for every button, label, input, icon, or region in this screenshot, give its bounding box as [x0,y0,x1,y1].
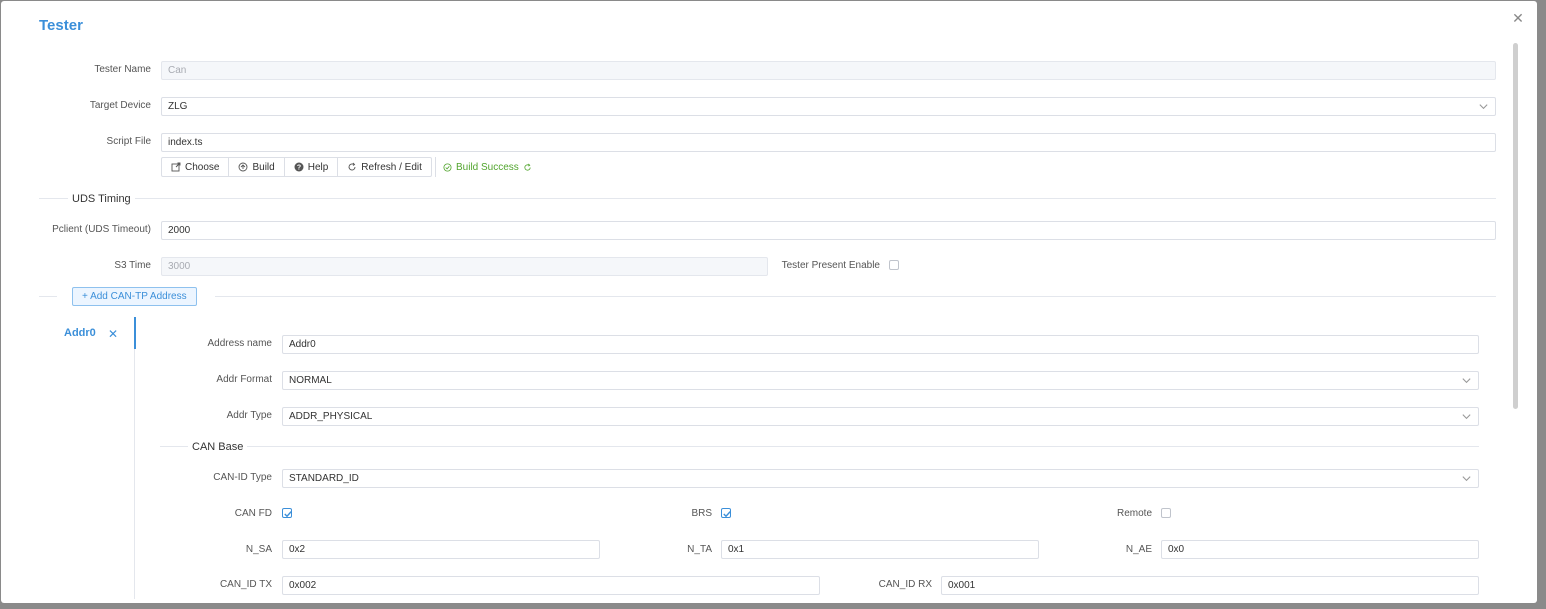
add-address-label: Add CAN-TP Address [90,291,187,302]
address-divider-right [215,296,1496,297]
script-actions: Choose Build ? Help Refresh / Edit [161,157,432,177]
build-icon [239,162,248,172]
address-divider-left [39,296,57,297]
brs-checkbox[interactable] [721,508,731,518]
actions-separator [435,157,436,177]
check-circle-icon [443,163,452,172]
chevron-down-icon [1462,414,1471,420]
addr-type-value: ADDR_PHYSICAL [289,411,373,422]
can-fd-label: CAN FD [234,508,272,519]
script-file-label: Script File [106,136,151,147]
choose-label: Choose [185,161,220,173]
svg-text:?: ? [297,165,301,172]
close-icon[interactable]: ✕ [1511,11,1525,25]
n-ae-input[interactable]: 0x0 [1161,540,1479,559]
active-tab-indicator [134,317,136,349]
n-sa-label: N_SA [245,544,272,555]
tester-present-checkbox[interactable] [889,260,899,270]
tab-rail [134,349,135,599]
can-id-type-value: STANDARD_ID [289,473,359,484]
can-id-rx-label: CAN_ID RX [878,579,932,590]
help-icon: ? [294,162,304,172]
s3-time-label: S3 Time [114,260,151,271]
choose-button[interactable]: Choose [162,158,230,176]
refresh-status-icon[interactable] [523,163,532,172]
tester-dialog: Tester ✕ Tester Name Can Target Device Z… [1,1,1537,603]
can-fd-checkbox[interactable] [282,508,292,518]
chevron-down-icon [1462,378,1471,384]
can-id-type-select[interactable]: STANDARD_ID [282,469,1479,488]
help-button[interactable]: ? Help [285,158,339,176]
build-label: Build [252,161,275,173]
n-ta-label: N_TA [687,544,712,555]
refresh-icon [348,162,356,171]
brs-label: BRS [691,508,712,519]
script-file-input[interactable]: index.ts [161,133,1496,152]
can-id-tx-label: CAN_ID TX [219,579,272,590]
build-button[interactable]: Build [229,158,285,176]
addr-type-select[interactable]: ADDR_PHYSICAL [282,407,1479,426]
remote-checkbox[interactable] [1161,508,1171,518]
can-id-tx-input[interactable]: 0x002 [282,576,820,595]
dialog-title: Tester [39,17,83,34]
target-device-value: ZLG [168,101,188,112]
tester-present-label: Tester Present Enable [781,260,880,271]
can-id-rx-input[interactable]: 0x001 [941,576,1479,595]
chevron-down-icon [1462,476,1471,482]
build-status-text: Build Success [456,162,519,173]
addr-format-select[interactable]: NORMAL [282,371,1479,390]
check-icon [723,511,731,518]
address-name-label: Address name [207,338,272,349]
can-id-type-label: CAN-ID Type [213,472,272,483]
scrollbar-thumb[interactable] [1513,43,1518,409]
uds-timing-divider [39,198,1496,199]
refresh-edit-button[interactable]: Refresh / Edit [338,158,431,176]
addr-format-value: NORMAL [289,375,332,386]
tab-addr0[interactable]: Addr0 [64,327,96,339]
help-label: Help [307,161,329,173]
build-status: Build Success [443,162,532,173]
pclient-input[interactable]: 2000 [161,221,1496,240]
tester-name-input[interactable]: Can [161,61,1496,80]
tester-name-label: Tester Name [94,64,151,75]
refresh-label: Refresh / Edit [361,161,422,173]
chevron-down-icon [1479,104,1488,110]
close-tab-icon[interactable]: ✕ [108,327,118,341]
address-name-input[interactable]: Addr0 [282,335,1479,354]
addr-type-label: Addr Type [226,410,272,421]
n-sa-input[interactable]: 0x2 [282,540,600,559]
uds-timing-title: UDS Timing [68,193,135,205]
pclient-label: Pclient (UDS Timeout) [52,224,151,235]
n-ae-label: N_AE [1125,544,1152,555]
addr-format-label: Addr Format [216,374,272,385]
target-device-select[interactable]: ZLG [161,97,1496,116]
n-ta-input[interactable]: 0x1 [721,540,1039,559]
remote-label: Remote [1116,508,1152,519]
can-base-divider [160,446,1479,447]
can-base-title: CAN Base [188,441,248,453]
check-icon [284,511,292,518]
add-can-tp-address-button[interactable]: + Add CAN-TP Address [72,287,197,306]
open-file-icon [171,162,181,172]
target-device-label: Target Device [89,100,151,111]
s3-time-input[interactable]: 3000 [161,257,768,276]
